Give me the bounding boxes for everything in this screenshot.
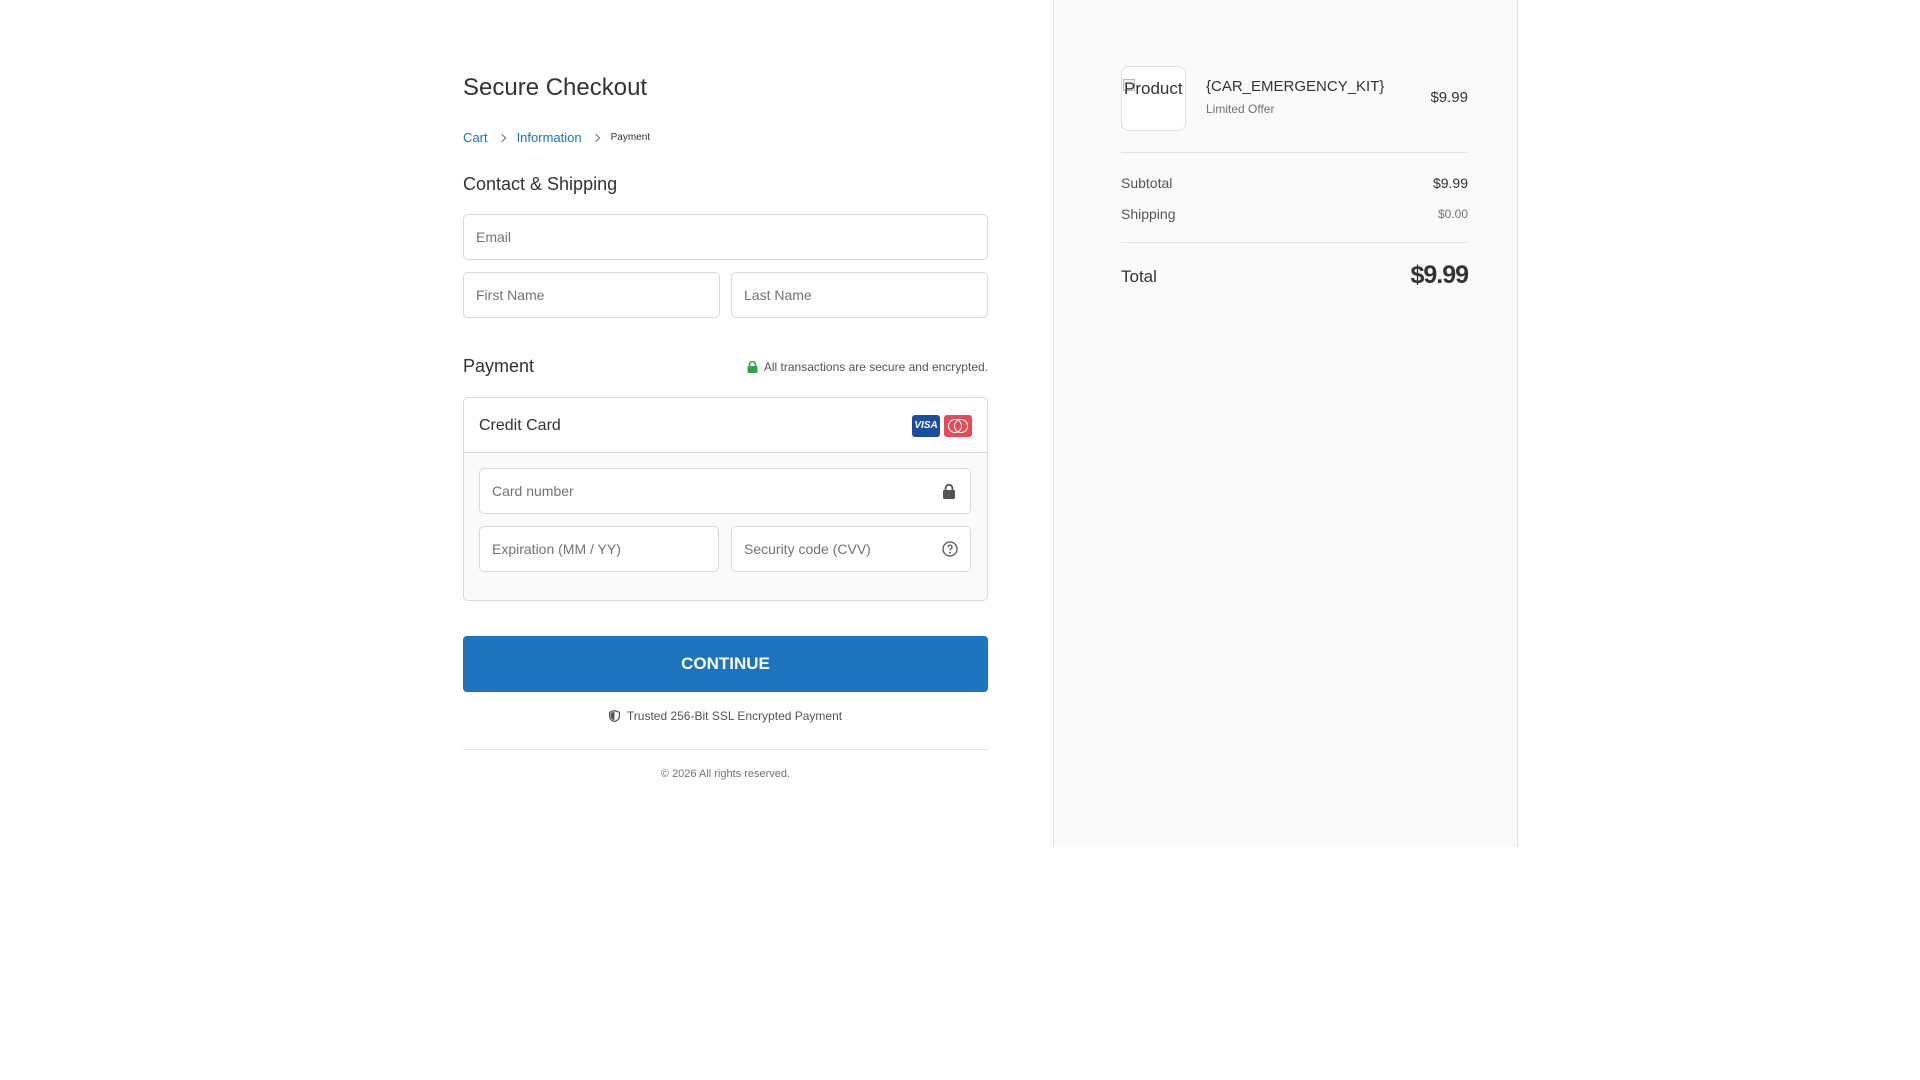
product-subtitle: Limited Offer [1206, 102, 1275, 116]
help-circle-icon[interactable] [942, 541, 958, 557]
mastercard-icon [944, 415, 972, 437]
page-title: Secure Checkout [463, 74, 648, 101]
footer-copyright: © 2026 All rights reserved. [660, 768, 791, 780]
card-number-field[interactable] [479, 468, 971, 514]
secure-note-text: All transactions are secure and encrypte… [763, 360, 988, 374]
lock-icon [943, 484, 955, 499]
product-name: {CAR_EMERGENCY_KIT} [1206, 78, 1385, 95]
shipping-row: Shipping $0.00 [1121, 200, 1468, 231]
shipping-label: Shipping [1121, 206, 1176, 222]
breadcrumb-current: Payment [610, 132, 651, 143]
cvv-field[interactable] [731, 526, 971, 572]
total-value: $9.99 [1410, 261, 1469, 289]
product-image-alt: Product [1124, 79, 1183, 98]
shipping-value: $0.00 [1437, 207, 1468, 221]
first-name-field[interactable] [463, 272, 720, 318]
subtotal-value: $9.99 [1432, 175, 1468, 191]
chevron-right-icon [497, 133, 506, 142]
subtotal-label: Subtotal [1121, 175, 1173, 191]
credit-card-label: Credit Card [479, 417, 561, 434]
ssl-note: Trusted 256-Bit SSL Encrypted Payment [463, 709, 988, 723]
product-row: Product {CAR_EMERGENCY_KIT} Limited Offe… [1121, 66, 1468, 132]
order-summary: Product {CAR_EMERGENCY_KIT} Limited Offe… [1053, 0, 1518, 847]
chevron-right-icon [591, 133, 600, 142]
credit-card-header[interactable]: Credit Card VISA [464, 398, 987, 453]
footer-divider [463, 749, 988, 750]
subtotal-row: Subtotal $9.99 [1121, 169, 1468, 200]
secure-note: All transactions are secure and encrypte… [747, 360, 988, 374]
lock-icon [747, 361, 758, 373]
breadcrumb: Cart Information Payment [463, 130, 650, 145]
ssl-note-text: Trusted 256-Bit SSL Encrypted Payment [626, 709, 843, 723]
breadcrumb-information-link[interactable]: Information [517, 130, 582, 145]
email-field[interactable] [463, 214, 988, 260]
checkout-page: Secure Checkout Cart Information Payment… [0, 0, 1920, 1080]
continue-button[interactable]: CONTINUE [463, 636, 988, 692]
expiration-field[interactable] [479, 526, 719, 572]
last-name-field[interactable] [731, 272, 988, 318]
product-price: $9.99 [1430, 89, 1468, 106]
visa-icon: VISA [912, 415, 940, 437]
breadcrumb-cart-link[interactable]: Cart [463, 130, 488, 145]
order-summary-content: Product {CAR_EMERGENCY_KIT} Limited Offe… [1121, 66, 1469, 305]
total-label: Total [1121, 267, 1157, 286]
payment-title: Payment [463, 356, 535, 376]
product-thumbnail: Product [1121, 66, 1186, 131]
contact-shipping-title: Contact & Shipping [463, 174, 618, 194]
credit-card-panel: Credit Card VISA [463, 397, 988, 601]
total-row: Total $9.99 [1121, 243, 1469, 305]
shield-icon [608, 710, 620, 722]
